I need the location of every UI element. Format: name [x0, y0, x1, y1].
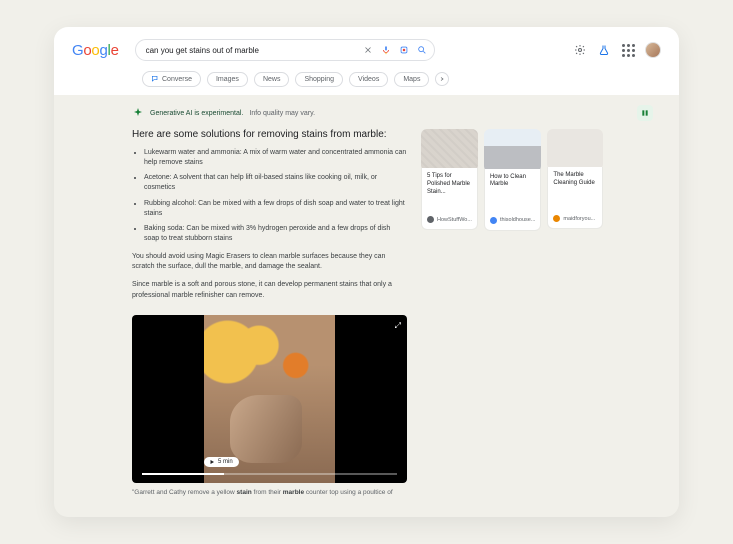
favicon-icon — [427, 216, 434, 223]
chip-label: Converse — [162, 76, 192, 83]
chip-label: Videos — [358, 76, 379, 83]
banner-quality-text: Info quality may vary. — [249, 110, 315, 117]
play-icon — [209, 459, 215, 465]
card-thumb — [421, 129, 478, 171]
chip-label: News — [263, 76, 281, 83]
app-frame: G o o g l e — [54, 27, 679, 517]
logo-letter: e — [111, 42, 119, 59]
chip-shopping[interactable]: Shopping — [295, 72, 343, 87]
sparkle-icon — [132, 107, 144, 119]
source-cards: 5 Tips for Polished Marble Stain... HowS… — [421, 129, 603, 496]
video-player[interactable]: ⤢ 5 min — [132, 315, 407, 483]
source-card[interactable]: 5 Tips for Polished Marble Stain... HowS… — [421, 129, 478, 496]
card-source: HowStuffWo... — [437, 217, 472, 223]
card-title: The Marble Cleaning Guide — [553, 172, 597, 188]
filter-strip: Converse Images News Shopping Videos Map… — [142, 71, 661, 87]
search-icon[interactable] — [416, 44, 428, 56]
header-topline: G o o g l e — [72, 39, 661, 61]
header: G o o g l e — [54, 27, 679, 95]
chip-label: Maps — [403, 76, 420, 83]
logo-letter: G — [72, 42, 83, 59]
ai-paragraph: You should avoid using Magic Erasers to … — [132, 252, 407, 272]
settings-icon[interactable] — [573, 43, 587, 57]
list-item: Lukewarm water and ammonia: A mix of war… — [144, 148, 407, 168]
solution-list: Lukewarm water and ammonia: A mix of war… — [132, 148, 407, 244]
ai-heading: Here are some solutions for removing sta… — [132, 129, 407, 140]
voice-search-icon[interactable] — [380, 44, 392, 56]
card-source: maidforyou... — [563, 216, 595, 222]
generative-banner: Generative AI is experimental. Info qual… — [132, 107, 659, 119]
favicon-icon — [553, 215, 560, 222]
card-title: 5 Tips for Polished Marble Stain... — [427, 173, 472, 196]
expand-icon[interactable]: ⤢ — [395, 321, 401, 331]
more-chips-icon[interactable] — [435, 72, 449, 86]
search-box[interactable] — [135, 39, 435, 61]
content: Generative AI is experimental. Info qual… — [54, 95, 679, 516]
ai-paragraph: Since marble is a soft and porous stone,… — [132, 280, 407, 300]
card-title: How to Clean Marble — [490, 174, 535, 190]
favicon-icon — [490, 217, 497, 224]
source-card[interactable]: The Marble Cleaning Guide maidforyou... — [547, 129, 603, 496]
chip-converse[interactable]: Converse — [142, 71, 201, 87]
list-item: Baking soda: Can be mixed with 3% hydrog… — [144, 224, 407, 244]
video-caption: "Garrett and Cathy remove a yellow stain… — [132, 489, 407, 496]
google-logo[interactable]: G o o g l e — [72, 42, 119, 59]
labs-icon[interactable] — [597, 43, 611, 57]
header-actions — [573, 42, 661, 58]
logo-letter: o — [83, 42, 91, 59]
account-avatar[interactable] — [645, 42, 661, 58]
lens-search-icon[interactable] — [398, 44, 410, 56]
logo-letter: g — [99, 42, 107, 59]
search-input[interactable] — [146, 46, 356, 55]
chip-news[interactable]: News — [254, 72, 290, 87]
chip-images[interactable]: Images — [207, 72, 248, 87]
source-card[interactable]: How to Clean Marble thisoldhouse... — [484, 129, 541, 496]
chip-videos[interactable]: Videos — [349, 72, 388, 87]
chip-label: Shopping — [304, 76, 334, 83]
columns: Here are some solutions for removing sta… — [132, 129, 659, 496]
ai-answer: Here are some solutions for removing sta… — [132, 129, 407, 496]
list-item: Acetone: A solvent that can help lift oi… — [144, 173, 407, 193]
video-progress[interactable] — [142, 473, 397, 475]
list-item: Rubbing alcohol: Can be mixed with a few… — [144, 199, 407, 219]
video-duration: 5 min — [218, 459, 233, 465]
clear-icon[interactable] — [362, 44, 374, 56]
toggle-ai-button[interactable] — [637, 105, 653, 121]
card-thumb — [484, 129, 541, 172]
logo-letter: o — [91, 42, 99, 59]
card-thumb — [547, 129, 603, 170]
banner-experimental-text: Generative AI is experimental. — [150, 110, 243, 117]
chip-maps[interactable]: Maps — [394, 72, 429, 87]
card-source: thisoldhouse... — [500, 217, 535, 223]
chip-label: Images — [216, 76, 239, 83]
chat-icon — [151, 75, 159, 83]
play-button[interactable]: 5 min — [204, 457, 239, 467]
apps-icon[interactable] — [621, 43, 635, 57]
